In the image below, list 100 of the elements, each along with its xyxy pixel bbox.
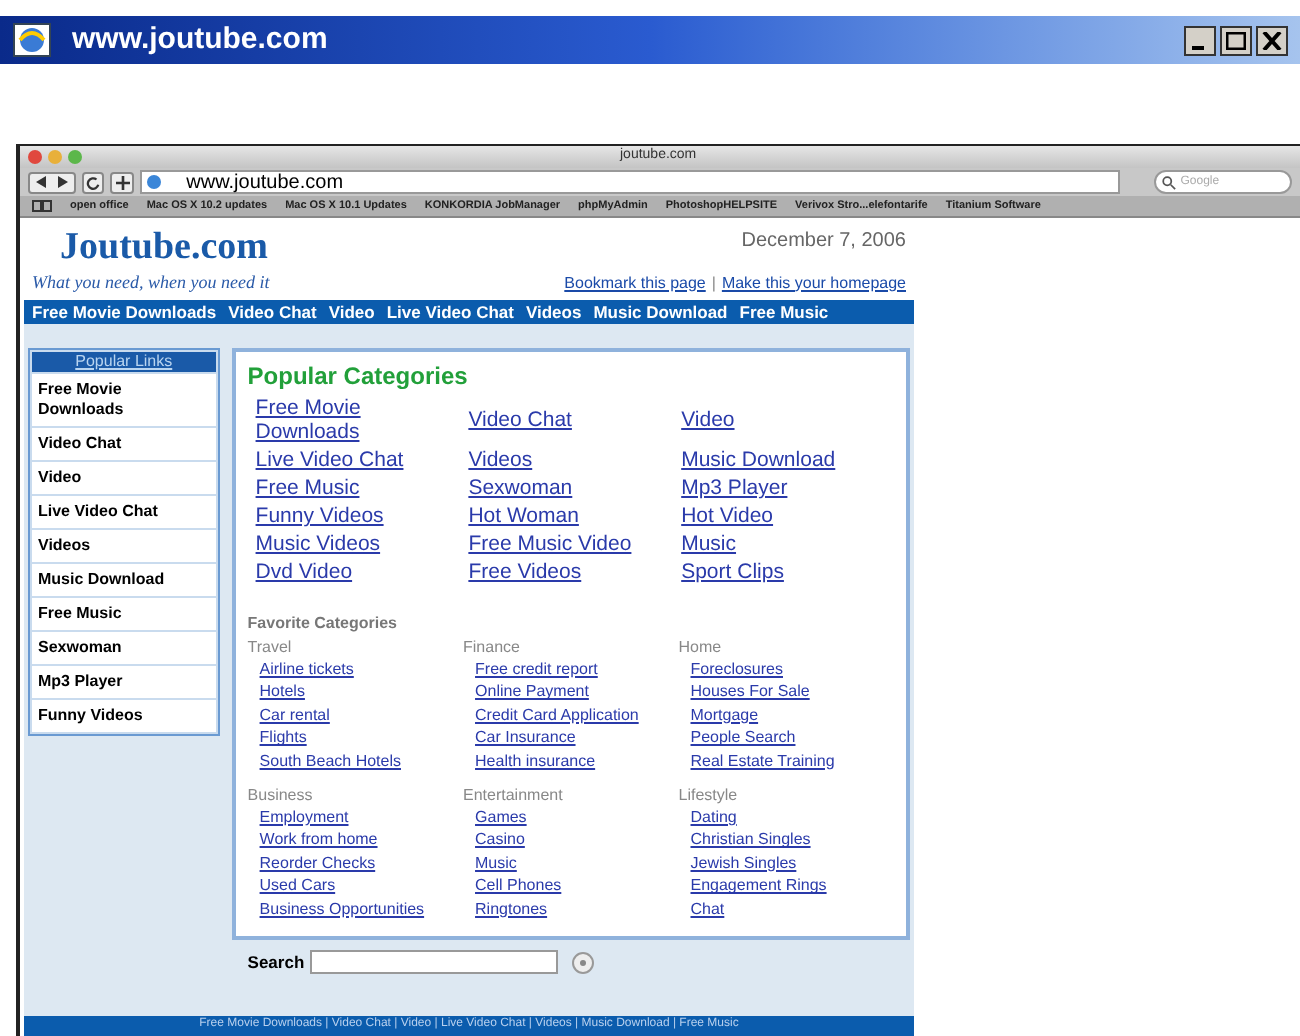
category-link[interactable]: Flights xyxy=(247,726,464,750)
category-link[interactable]: Videos xyxy=(468,448,682,472)
category-link[interactable]: Free credit report xyxy=(463,658,679,681)
site-tagline: What you need, when you need it xyxy=(32,269,270,296)
nav-link[interactable]: Video Chat xyxy=(228,299,317,325)
category-link[interactable]: South Beach Hotels xyxy=(247,749,464,773)
category-link[interactable]: Free Music Video xyxy=(468,532,682,556)
close-light[interactable] xyxy=(28,149,42,164)
category-link[interactable]: Reorder Checks xyxy=(247,851,464,875)
nav-link[interactable]: Free Music xyxy=(739,299,829,325)
address-field[interactable]: www.joutube.com xyxy=(140,170,1121,195)
group-heading: Lifestyle xyxy=(678,784,740,807)
category-link[interactable]: Music Download xyxy=(681,448,894,472)
category-link[interactable]: Used Cars xyxy=(247,874,464,898)
category-link[interactable]: Dating xyxy=(678,806,894,829)
category-link[interactable]: Video xyxy=(681,408,894,432)
book-icon[interactable] xyxy=(32,199,52,212)
category-link[interactable]: Free Videos xyxy=(468,560,682,584)
date-text: December 7, 2006 xyxy=(741,227,906,255)
category-link[interactable]: Music Videos xyxy=(255,532,469,556)
category-link[interactable]: Car Insurance xyxy=(463,726,679,750)
category-link[interactable]: Games xyxy=(463,806,679,829)
sidebar-link[interactable]: Free Movie Downloads xyxy=(32,374,216,426)
category-link[interactable]: Online Payment xyxy=(463,680,679,704)
category-link[interactable]: Video Chat xyxy=(468,408,682,432)
group-heading: Home xyxy=(678,636,724,658)
category-link[interactable]: Sexwoman xyxy=(468,476,682,500)
sidebar-link[interactable]: Video Chat xyxy=(32,428,216,460)
arrows-icon xyxy=(35,176,68,189)
category-link[interactable]: Car rental xyxy=(247,703,464,727)
category-link[interactable]: Free Music xyxy=(255,476,469,500)
nav-link[interactable]: Live Video Chat xyxy=(386,299,514,325)
group-heading: Entertainment xyxy=(463,784,565,807)
search-button[interactable] xyxy=(572,951,595,974)
category-link[interactable]: Airline tickets xyxy=(247,658,464,681)
section-heading: Favorite Categories xyxy=(247,612,399,636)
sidebar-link[interactable]: Sexwoman xyxy=(32,632,216,664)
search-field[interactable] xyxy=(310,950,559,975)
category-link[interactable]: Dvd Video xyxy=(255,560,469,584)
group-heading: Finance xyxy=(463,636,522,658)
reload-button[interactable] xyxy=(81,171,105,194)
sidebar-title: Popular Links xyxy=(32,352,216,372)
sidebar-link[interactable]: Music Download xyxy=(32,564,216,596)
sidebar-link[interactable]: Live Video Chat xyxy=(32,496,216,528)
close-button[interactable] xyxy=(1256,25,1288,55)
back-forward-button[interactable] xyxy=(28,171,76,194)
minimize-button[interactable] xyxy=(1184,25,1216,55)
category-link[interactable]: Employment xyxy=(247,806,464,829)
category-link[interactable]: Business Opportunities xyxy=(247,897,464,921)
category-link[interactable]: Work from home xyxy=(247,828,464,852)
maximize-icon xyxy=(1226,31,1246,49)
nav-link[interactable]: Free Movie Downloads xyxy=(32,299,217,325)
category-link[interactable]: People Search xyxy=(678,726,894,750)
category-link[interactable]: Music xyxy=(681,532,894,556)
sidebar-link[interactable]: Video xyxy=(32,462,216,494)
site-logo[interactable]: Joutube.com xyxy=(32,225,270,269)
group-heading: Business xyxy=(247,784,315,807)
category-link[interactable]: Hotels xyxy=(247,680,464,704)
homepage-link[interactable]: Make this your homepage xyxy=(721,271,906,295)
category-link[interactable]: Houses For Sale xyxy=(678,680,894,704)
sidebar-link[interactable]: Videos xyxy=(32,530,216,562)
nav-link[interactable]: Videos xyxy=(525,299,582,325)
sidebar-link[interactable]: Free Music xyxy=(32,598,216,630)
close-icon xyxy=(1262,31,1282,49)
search-icon xyxy=(1162,175,1177,190)
category-link[interactable]: Hot Video xyxy=(681,504,894,528)
category-link[interactable]: Credit Card Application xyxy=(463,703,679,727)
minimize-icon xyxy=(1191,45,1203,49)
category-link[interactable]: Jewish Singles xyxy=(678,851,894,875)
category-link[interactable]: Foreclosures xyxy=(678,658,894,681)
sidebar-link[interactable]: Mp3 Player xyxy=(32,666,216,698)
category-link[interactable]: Chat xyxy=(678,897,894,921)
category-link[interactable]: Hot Woman xyxy=(468,504,682,528)
window-title: www.joutube.com xyxy=(72,19,328,60)
category-link[interactable]: Real Estate Training xyxy=(678,749,894,773)
category-link[interactable]: Mp3 Player xyxy=(681,476,894,500)
bookmark-link[interactable]: Bookmark this page xyxy=(564,271,706,295)
category-link[interactable]: Live Video Chat xyxy=(255,448,469,472)
sidebar-link[interactable]: Funny Videos xyxy=(32,700,216,732)
category-link[interactable]: Music xyxy=(463,851,679,875)
plus-icon xyxy=(115,175,130,190)
add-bookmark-button[interactable] xyxy=(110,171,135,194)
group-heading: Travel xyxy=(247,636,294,658)
category-link[interactable]: Casino xyxy=(463,828,679,852)
category-link[interactable]: Ringtones xyxy=(463,897,679,921)
maximize-button[interactable] xyxy=(1220,25,1252,55)
nav-link[interactable]: Video xyxy=(328,299,375,325)
category-link[interactable]: Health insurance xyxy=(463,749,679,773)
category-link[interactable]: Cell Phones xyxy=(463,874,679,898)
globe-icon xyxy=(146,174,163,191)
category-link[interactable]: Mortgage xyxy=(678,703,894,727)
nav-link[interactable]: Music Download xyxy=(593,299,728,325)
category-link[interactable]: Sport Clips xyxy=(681,560,894,584)
category-link[interactable]: Christian Singles xyxy=(678,828,894,852)
browser-icon xyxy=(12,22,52,58)
category-link[interactable]: Funny Videos xyxy=(255,504,469,528)
category-link[interactable]: Free Movie Downloads xyxy=(255,396,469,444)
separator-text: | xyxy=(711,271,716,295)
section-heading: Popular Categories xyxy=(247,360,470,394)
category-link[interactable]: Engagement Rings xyxy=(678,874,894,898)
